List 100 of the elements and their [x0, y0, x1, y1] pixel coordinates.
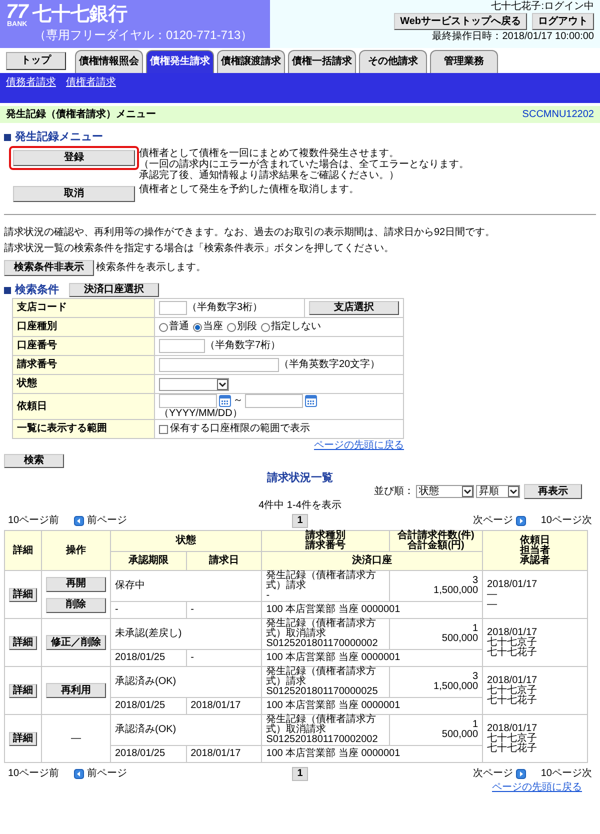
input-field[interactable]	[159, 339, 205, 353]
column-header: 担当者	[518, 546, 552, 556]
nav-tab[interactable]: 債権一括請求	[288, 50, 356, 73]
redisplay-button[interactable]: 再表示	[524, 484, 582, 499]
request-date-cell: 2018/01/17	[186, 746, 262, 762]
nav-tab[interactable]: その他請求	[359, 50, 427, 73]
sort-select[interactable]: 状態	[416, 485, 474, 498]
back-to-top-link[interactable]: ページの先頭に戻る	[314, 440, 404, 452]
next-page-link[interactable]: 次ページ	[473, 514, 526, 526]
assignee: —	[487, 590, 498, 600]
page-number-button[interactable]: 1	[292, 514, 308, 528]
field-hint: （半角英数字20文字）	[279, 359, 380, 371]
page-title: 発生記録（債権者請求）メニュー	[6, 108, 156, 120]
total-amount: 1,500,000	[432, 682, 478, 692]
column-header: 承認者	[518, 556, 552, 566]
approver: 七十七花子	[487, 744, 538, 754]
calendar-icon[interactable]	[305, 395, 317, 407]
field-label: 口座種別	[12, 318, 154, 336]
request-type: 発生記録（債権者請求方式）請求	[266, 571, 378, 591]
radio-button[interactable]	[227, 322, 236, 332]
total-amount: 500,000	[440, 634, 478, 644]
previous-page-link[interactable]: 前ページ	[74, 514, 127, 526]
nav-tab[interactable]: 債権譲渡請求	[217, 50, 285, 73]
request-date: 2018/01/17	[487, 724, 538, 734]
next-page-link[interactable]: 次ページ	[473, 768, 526, 780]
menu-description: （一回の請求内にエラーが含まれていた場合は、全てエラーとなります。	[139, 159, 469, 170]
field-label: 支店コード	[12, 298, 154, 318]
branch-select-button[interactable]: 支店選択	[309, 301, 399, 315]
radio-label: 別段	[237, 321, 257, 333]
checkbox-label: 保有する口座権限の範囲で表示	[170, 423, 310, 435]
input-field[interactable]	[159, 394, 217, 408]
ten-pages-forward-text: 10ページ次	[540, 768, 592, 780]
request-count: 1	[471, 720, 478, 730]
input-field[interactable]	[245, 394, 303, 408]
action-button[interactable]: 再開	[46, 576, 106, 592]
header-button[interactable]: ログアウト	[532, 13, 594, 30]
request-date: 2018/01/17	[487, 628, 538, 638]
info-text: 請求状況の確認や、再利用等の操作ができます。なお、過去のお取引の表示期間は、請求日から92日間です。	[4, 227, 496, 239]
back-to-top-link[interactable]: ページの先頭に戻る	[492, 782, 582, 794]
order-select[interactable]: 昇順	[476, 485, 520, 498]
column-header: 請求種別	[304, 531, 347, 541]
total-amount: 1,500,000	[432, 586, 478, 596]
detail-button[interactable]: 詳細	[9, 684, 37, 698]
sub-nav-link[interactable]: 債務者請求	[6, 77, 56, 89]
dropdown-caret-icon	[217, 378, 228, 390]
menu-button[interactable]: 登録	[13, 150, 135, 166]
detail-button[interactable]: 詳細	[9, 588, 37, 602]
input-field[interactable]	[159, 358, 279, 372]
detail-button[interactable]: 詳細	[9, 732, 37, 746]
account-select-button[interactable]: 決済口座選択	[69, 283, 159, 297]
status-cell: 保存中	[110, 570, 262, 602]
page-number-button[interactable]: 1	[292, 766, 308, 780]
calendar-icon[interactable]	[219, 395, 231, 407]
column-header: 依頼日	[518, 536, 552, 546]
request-type: 発生記録（債権者請求方式）取消請求	[266, 619, 378, 639]
nav-tab[interactable]: トップ	[6, 52, 66, 70]
toggle-search-button[interactable]: 検索条件非表示	[4, 260, 94, 276]
request-date-cell: -	[186, 602, 262, 618]
action-button[interactable]: 修正／削除	[46, 635, 106, 650]
result-count: 4件中 1-4件を表示	[258, 500, 342, 512]
account-cell: 100 本店営業部 当座 0000001	[262, 698, 483, 714]
menu-description: 承認完了後、通知情報より請求結果をご確認ください。）	[139, 170, 400, 181]
field-label: 状態	[12, 374, 154, 394]
next-page-icon	[516, 516, 526, 526]
column-header: 請求番号	[304, 541, 347, 551]
radio-button[interactable]	[261, 322, 270, 332]
request-number: S0125201801170002002	[266, 735, 379, 745]
action-button[interactable]: 削除	[46, 598, 106, 612]
detail-button[interactable]: 詳細	[9, 636, 37, 650]
field-label: 請求番号	[12, 356, 154, 374]
dropdown-caret-icon	[508, 486, 519, 497]
search-button[interactable]: 検索	[4, 454, 64, 468]
status-select[interactable]	[159, 378, 229, 390]
account-cell: 100 本店営業部 当座 0000001	[262, 602, 483, 618]
sub-nav-link[interactable]: 債権者請求	[66, 77, 116, 89]
radio-button[interactable]	[159, 322, 168, 332]
logo-number: 77	[6, 3, 28, 21]
request-date-cell: -	[186, 650, 262, 666]
assignee: 七十七京子	[487, 734, 538, 744]
radio-label: 指定しない	[271, 321, 321, 333]
column-header: 承認期限	[110, 552, 186, 570]
action-button[interactable]: 再利用	[46, 683, 106, 698]
user-status: 七十七花子:ログイン中	[491, 1, 594, 12]
nav-tab[interactable]: 債権発生請求	[146, 50, 214, 73]
nav-tab[interactable]: 債権情報照会	[75, 50, 143, 73]
account-cell: 100 本店営業部 当座 0000001	[262, 746, 483, 762]
deadline-cell: 2018/01/25	[110, 746, 186, 762]
nav-tab[interactable]: 管理業務	[430, 50, 498, 73]
header-button[interactable]: Webサービストップへ戻る	[394, 13, 527, 30]
previous-page-link[interactable]: 前ページ	[74, 768, 127, 780]
assignee: 七十七京子	[487, 686, 538, 696]
request-type: 発生記録（債権者請求方式）取消請求	[266, 715, 378, 735]
checkbox[interactable]	[159, 424, 168, 434]
input-field[interactable]	[159, 301, 187, 315]
menu-button[interactable]: 取消	[13, 186, 135, 202]
radio-button[interactable]	[193, 322, 202, 332]
column-header: 詳細	[4, 530, 42, 570]
column-header: 状態	[110, 530, 262, 552]
field-hint: （YYYY/MM/DD）	[159, 408, 244, 419]
request-type: 発生記録（債権者請求方式）請求	[266, 667, 378, 687]
